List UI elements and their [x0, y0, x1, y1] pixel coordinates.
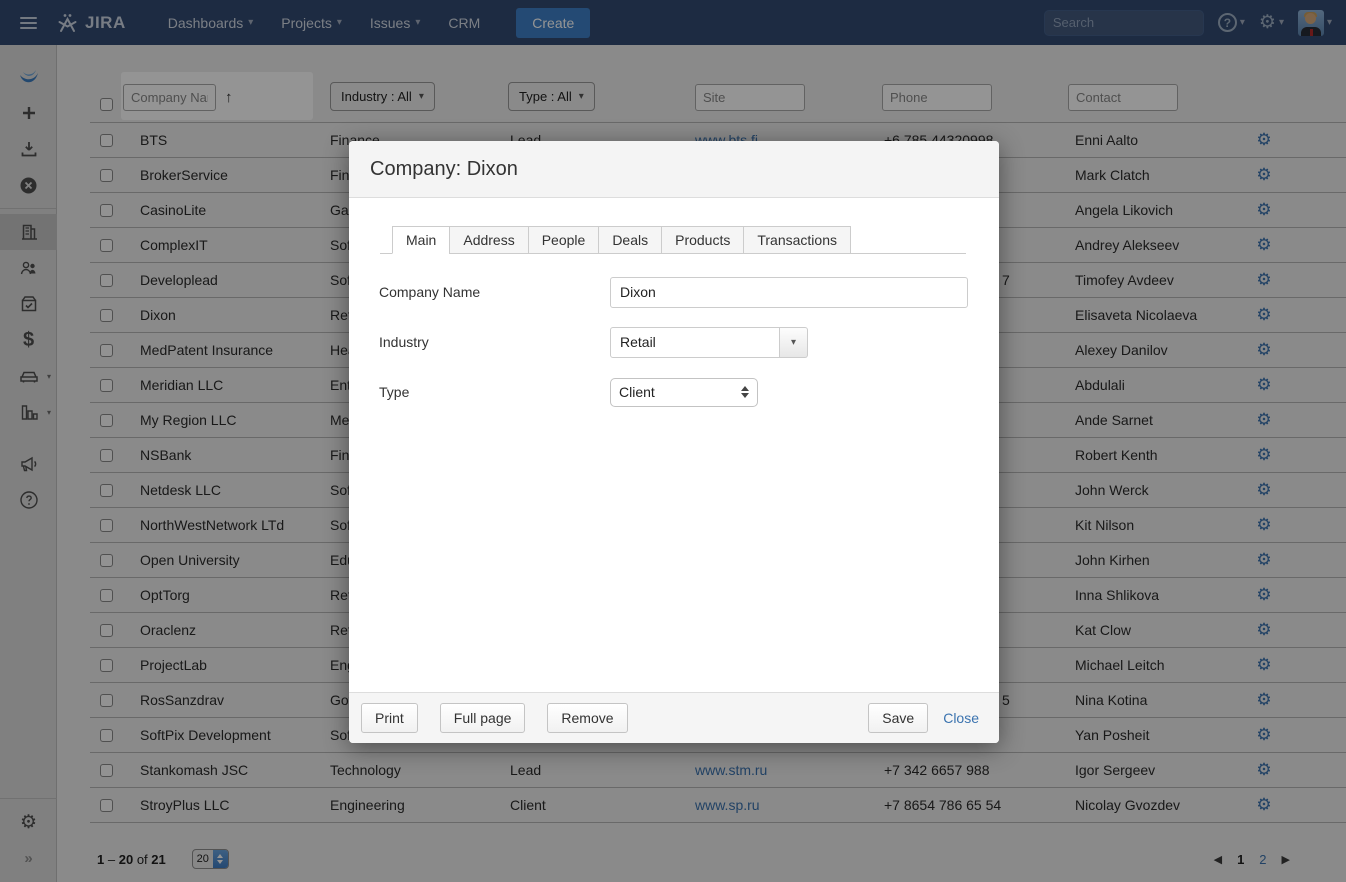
tab-transactions[interactable]: Transactions	[743, 226, 851, 254]
tab-address[interactable]: Address	[449, 226, 528, 254]
industry-input[interactable]	[610, 327, 780, 358]
type-label: Type	[379, 384, 610, 400]
company-dialog: Company: Dixon MainAddressPeopleDealsPro…	[349, 141, 999, 743]
type-select[interactable]: Client	[610, 378, 758, 407]
dialog-header: Company: Dixon	[349, 141, 999, 198]
tab-main[interactable]: Main	[392, 226, 450, 254]
dialog-title: Company: Dixon	[370, 158, 518, 181]
full-page-button[interactable]: Full page	[440, 703, 526, 733]
tab-deals[interactable]: Deals	[598, 226, 662, 254]
tab-people[interactable]: People	[528, 226, 600, 254]
print-button[interactable]: Print	[361, 703, 418, 733]
industry-label: Industry	[379, 334, 610, 350]
company-name-input[interactable]	[610, 277, 968, 308]
chevron-down-icon: ▾	[791, 337, 796, 348]
save-button[interactable]: Save	[868, 703, 928, 733]
company-name-label: Company Name	[379, 284, 610, 300]
industry-dropdown-button[interactable]: ▾	[780, 327, 808, 358]
dialog-form: Company Name Industry ▾ Type Client	[349, 254, 999, 408]
select-arrows-icon	[741, 386, 749, 398]
remove-button[interactable]: Remove	[547, 703, 627, 733]
close-link[interactable]: Close	[943, 710, 979, 726]
dialog-tabs: MainAddressPeopleDealsProductsTransactio…	[380, 226, 966, 254]
tab-products[interactable]: Products	[661, 226, 744, 254]
dialog-footer: Print Full page Remove Save Close	[349, 692, 999, 743]
